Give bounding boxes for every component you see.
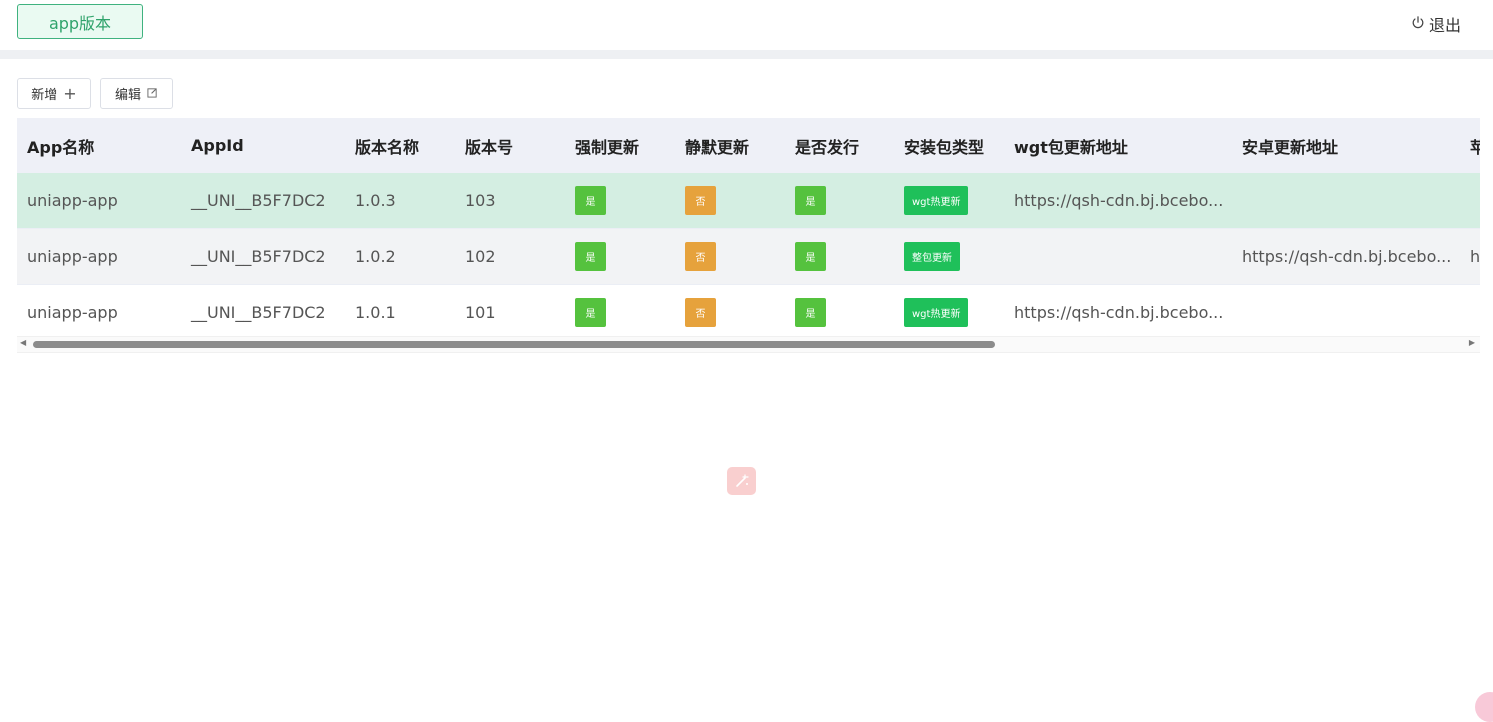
table-row[interactable]: uniapp-app __UNI__B5F7DC2 1.0.2 102 是 否 … bbox=[17, 228, 1480, 285]
cell-force: 是 bbox=[565, 173, 675, 229]
cell-app-id: __UNI__B5F7DC2 bbox=[191, 247, 326, 266]
force-tag: 是 bbox=[575, 186, 606, 215]
col-android-url[interactable]: 安卓更新地址 bbox=[1232, 118, 1460, 173]
col-force-update[interactable]: 强制更新 bbox=[565, 118, 675, 173]
cell-pkg-type: wgt热更新 bbox=[894, 173, 1004, 229]
cell-pkg-type: 整包更新 bbox=[894, 229, 1004, 285]
edit-button[interactable]: 编辑 bbox=[100, 78, 173, 109]
cell-app-name: uniapp-app bbox=[27, 247, 118, 266]
edit-label: 编辑 bbox=[114, 88, 141, 103]
cell-wgt-url: https://qsh-cdn.bj.bcebo... bbox=[1014, 191, 1224, 210]
cell-pkg-type: wgt热更新 bbox=[894, 285, 1004, 341]
cell-silent: 否 bbox=[675, 285, 785, 341]
cell-published: 是 bbox=[785, 229, 894, 285]
cell-published: 是 bbox=[785, 285, 894, 341]
horizontal-scrollbar[interactable]: ◀ ▶ bbox=[17, 336, 1480, 353]
cell-version-name: 1.0.3 bbox=[355, 191, 396, 210]
table-row[interactable]: uniapp-app __UNI__B5F7DC2 1.0.3 103 是 否 … bbox=[17, 173, 1480, 229]
tab-app-version[interactable]: app版本 bbox=[17, 4, 143, 39]
cell-version-code: 102 bbox=[465, 247, 496, 266]
logout-label: 退出 bbox=[1428, 16, 1461, 35]
published-tag: 是 bbox=[795, 242, 826, 271]
floating-assistant-button[interactable] bbox=[1475, 692, 1493, 722]
force-tag: 是 bbox=[575, 242, 606, 271]
cell-app-name: uniapp-app bbox=[27, 303, 118, 322]
cell-android-url: https://qsh-cdn.bj.bcebo... bbox=[1242, 247, 1452, 266]
top-bar: app版本 退出 bbox=[0, 0, 1493, 50]
cell-app-id: __UNI__B5F7DC2 bbox=[191, 191, 326, 210]
col-package-type[interactable]: 安装包类型 bbox=[894, 118, 1004, 173]
magic-wand-icon[interactable] bbox=[727, 467, 756, 495]
cell-force: 是 bbox=[565, 229, 675, 285]
cell-silent: 否 bbox=[675, 229, 785, 285]
cell-android-url bbox=[1232, 285, 1460, 341]
force-tag: 是 bbox=[575, 298, 606, 327]
cell-version-code: 103 bbox=[465, 191, 496, 210]
published-tag: 是 bbox=[795, 186, 826, 215]
plus-icon: + bbox=[63, 83, 77, 103]
cell-android-url bbox=[1232, 173, 1460, 229]
scroll-left-icon[interactable]: ◀ bbox=[20, 338, 26, 347]
pkg-type-tag: 整包更新 bbox=[904, 242, 960, 271]
pkg-type-tag: wgt热更新 bbox=[904, 186, 969, 215]
cell-version-name: 1.0.2 bbox=[355, 247, 396, 266]
cell-published: 是 bbox=[785, 173, 894, 229]
col-app-id[interactable]: AppId bbox=[181, 118, 345, 173]
col-version-code[interactable]: 版本号 bbox=[455, 118, 565, 173]
cell-version-name: 1.0.1 bbox=[355, 303, 396, 322]
cell-version-code: 101 bbox=[465, 303, 496, 322]
version-table: App名称 AppId 版本名称 版本号 强制更新 静默更新 是否发行 安装包类… bbox=[17, 118, 1480, 351]
cell-wgt-url bbox=[1004, 229, 1232, 285]
cell-ios-url bbox=[1460, 285, 1480, 341]
header-divider bbox=[0, 50, 1493, 59]
cell-silent: 否 bbox=[675, 173, 785, 229]
pkg-type-tag: wgt热更新 bbox=[904, 298, 969, 327]
published-tag: 是 bbox=[795, 298, 826, 327]
add-label: 新增 bbox=[31, 88, 58, 103]
cell-force: 是 bbox=[565, 285, 675, 341]
cell-app-id: __UNI__B5F7DC2 bbox=[191, 303, 326, 322]
scroll-right-icon[interactable]: ▶ bbox=[1469, 338, 1475, 347]
silent-tag: 否 bbox=[685, 186, 716, 215]
scrollbar-thumb[interactable] bbox=[33, 341, 995, 348]
table-row[interactable]: uniapp-app __UNI__B5F7DC2 1.0.1 101 是 否 … bbox=[17, 285, 1480, 341]
power-icon bbox=[1411, 15, 1425, 34]
table-header-row: App名称 AppId 版本名称 版本号 强制更新 静默更新 是否发行 安装包类… bbox=[17, 118, 1480, 173]
col-ios-url[interactable]: 苹 bbox=[1460, 118, 1480, 173]
cell-app-name: uniapp-app bbox=[27, 191, 118, 210]
silent-tag: 否 bbox=[685, 298, 716, 327]
logout-button[interactable]: 退出 bbox=[1411, 12, 1461, 36]
col-version-name[interactable]: 版本名称 bbox=[345, 118, 455, 173]
add-button[interactable]: 新增 + bbox=[17, 78, 91, 109]
cell-ios-url: h bbox=[1470, 247, 1480, 266]
silent-tag: 否 bbox=[685, 242, 716, 271]
col-app-name[interactable]: App名称 bbox=[17, 118, 181, 173]
col-published[interactable]: 是否发行 bbox=[785, 118, 894, 173]
cell-ios-url bbox=[1460, 173, 1480, 229]
edit-icon bbox=[147, 87, 158, 100]
cell-wgt-url: https://qsh-cdn.bj.bcebo... bbox=[1014, 303, 1224, 322]
col-silent-update[interactable]: 静默更新 bbox=[675, 118, 785, 173]
col-wgt-url[interactable]: wgt包更新地址 bbox=[1004, 118, 1232, 173]
